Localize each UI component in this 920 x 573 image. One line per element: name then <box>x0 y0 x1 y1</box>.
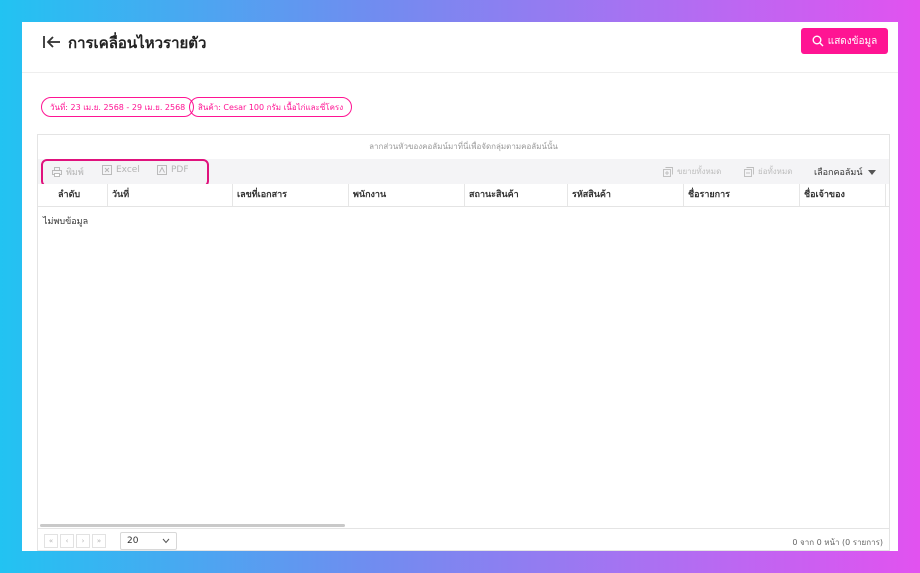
excel-label: Excel <box>116 165 140 175</box>
column-header[interactable]: พนักงาน <box>349 184 465 206</box>
page-size-select[interactable]: 20 <box>120 532 177 550</box>
grid-toolbar: พิมพ์ Excel PDF ขยายทั้งหมด ย่อทั้งหมด เ… <box>38 159 889 187</box>
expand-all-label: ขยายทั้งหมด <box>677 167 722 176</box>
page-title: การเคลื่อนไหวรายตัว <box>68 34 207 52</box>
main-card: การเคลื่อนไหวรายตัว แสดงข้อมูล วันที่: 2… <box>22 22 898 551</box>
collapse-all-button[interactable]: ย่อทั้งหมด <box>744 165 792 178</box>
first-page-icon[interactable]: « <box>44 534 58 548</box>
collapse-all-label: ย่อทั้งหมด <box>758 167 793 176</box>
pager-nav: « ‹ › » <box>44 534 108 548</box>
show-data-label: แสดงข้อมูล <box>827 35 878 47</box>
show-data-button[interactable]: แสดงข้อมูล <box>801 28 888 54</box>
data-grid: ลากส่วนหัวของคอลัมน์มาที่นี่เพื่อจัดกลุ่… <box>37 134 890 551</box>
pdf-icon <box>157 165 167 175</box>
pdf-button[interactable]: PDF <box>157 165 189 175</box>
chevron-down-icon <box>868 169 877 175</box>
next-page-icon[interactable]: › <box>76 534 90 548</box>
no-data-message: ไม่พบข้อมูล <box>43 217 89 227</box>
group-panel-hint: ลากส่วนหัวของคอลัมน์มาที่นี่เพื่อจัดกลุ่… <box>38 135 889 160</box>
date-filter-chip[interactable]: วันที่: 23 เม.ย. 2568 - 29 เม.ย. 2568 <box>41 97 195 117</box>
pdf-label: PDF <box>171 165 189 175</box>
prev-page-icon[interactable]: ‹ <box>60 534 74 548</box>
excel-button[interactable]: Excel <box>102 165 140 175</box>
page-size-value: 20 <box>127 536 139 546</box>
page-header: การเคลื่อนไหวรายตัว แสดงข้อมูล <box>22 22 898 73</box>
product-filter-chip[interactable]: สินค้า: Cesar 100 กรัม เนื้อไก่และซี่โคร… <box>189 97 353 117</box>
column-chooser-label: เลือกคอลัมน์ <box>814 168 863 178</box>
expand-all-button[interactable]: ขยายทั้งหมด <box>663 165 721 178</box>
print-button[interactable]: พิมพ์ <box>52 165 84 179</box>
column-header[interactable]: วันที่ <box>108 184 233 206</box>
column-header[interactable]: ชื่อเจ้าของ <box>800 184 886 206</box>
expand-all-icon <box>663 166 673 177</box>
column-chooser-button[interactable]: เลือกคอลัมน์ <box>814 165 877 179</box>
column-header[interactable]: สถานะสินค้า <box>465 184 568 206</box>
horizontal-scrollbar[interactable] <box>40 524 345 527</box>
column-header[interactable]: รหัสสินค้า <box>568 184 684 206</box>
excel-icon <box>102 165 112 175</box>
printer-icon <box>52 167 62 177</box>
grid-footer: « ‹ › » 20 0 จาก 0 หน้า (0 รายการ) <box>38 528 889 551</box>
last-page-icon[interactable]: » <box>92 534 106 548</box>
collapse-all-icon <box>744 166 754 177</box>
column-header[interactable]: เลขที่เอกสาร <box>233 184 349 206</box>
back-arrow-icon[interactable] <box>42 34 62 50</box>
chevron-down-icon <box>162 538 170 544</box>
page-info: 0 จาก 0 หน้า (0 รายการ) <box>792 538 883 547</box>
column-header[interactable]: ลำดับ <box>38 184 108 206</box>
search-icon <box>812 35 824 47</box>
print-label: พิมพ์ <box>66 168 84 178</box>
column-header[interactable]: ชื่อรายการ <box>684 184 800 206</box>
table-header: ลำดับ วันที่ เลขที่เอกสาร พนักงาน สถานะส… <box>38 184 889 207</box>
